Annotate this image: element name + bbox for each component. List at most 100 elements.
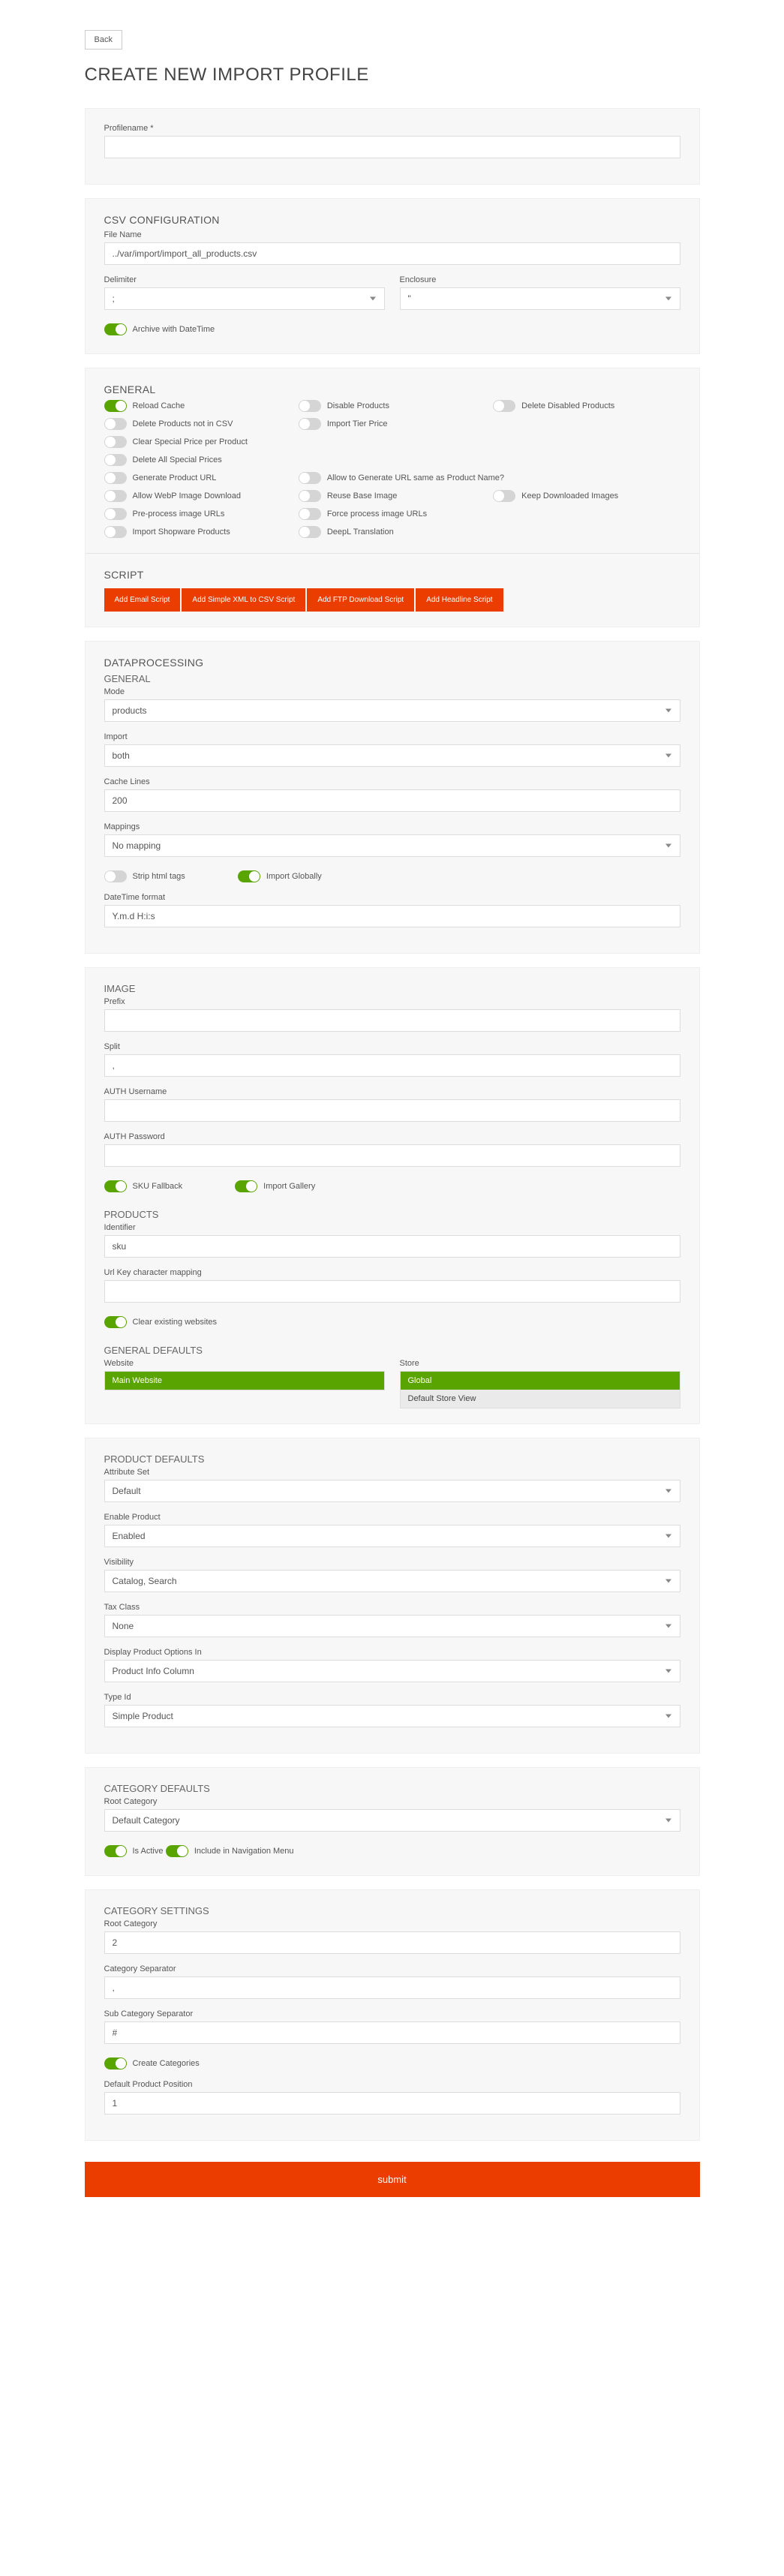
image-panel: IMAGE Prefix Split AUTH Username AUTH Pa… — [85, 967, 700, 1424]
import-gallery-toggle[interactable]: Import Gallery — [235, 1180, 315, 1192]
datetime-input[interactable] — [104, 905, 680, 927]
delete-disabled-toggle[interactable]: Delete Disabled Products — [493, 400, 680, 412]
create-cats-toggle[interactable]: Create Categories — [104, 2057, 200, 2070]
delimiter-label: Delimiter — [104, 275, 385, 284]
auth-user-input[interactable] — [104, 1099, 680, 1122]
enable-label: Enable Product — [104, 1513, 680, 1522]
default-pos-label: Default Product Position — [104, 2080, 680, 2089]
prefix-label: Prefix — [104, 997, 680, 1006]
keep-downloaded-toggle[interactable]: Keep Downloaded Images — [493, 490, 680, 502]
clear-websites-toggle[interactable]: Clear existing websites — [104, 1316, 218, 1328]
url-key-input[interactable] — [104, 1280, 680, 1303]
file-name-label: File Name — [104, 230, 680, 239]
auth-pass-input[interactable] — [104, 1144, 680, 1167]
store-option-global[interactable]: Global — [401, 1372, 680, 1390]
root-cat-label: Root Category — [104, 1797, 680, 1806]
website-option[interactable]: Main Website — [105, 1372, 384, 1390]
disable-products-toggle[interactable]: Disable Products — [299, 400, 485, 412]
general-heading: GENERAL — [104, 383, 680, 395]
tax-label: Tax Class — [104, 1603, 680, 1612]
cache-lines-label: Cache Lines — [104, 777, 680, 786]
add-ftp-script-button[interactable]: Add FTP Download Script — [307, 588, 414, 612]
force-process-toggle[interactable]: Force process image URLs — [299, 508, 485, 520]
add-email-script-button[interactable]: Add Email Script — [104, 588, 181, 612]
root-cat2-label: Root Category — [104, 1919, 680, 1928]
cache-lines-input[interactable] — [104, 789, 680, 812]
csv-panel: CSV CONFIGURATION File Name Delimiter ; … — [85, 198, 700, 354]
import-tier-price-toggle[interactable]: Import Tier Price — [299, 418, 485, 430]
enclosure-label: Enclosure — [400, 275, 680, 284]
preprocess-toggle[interactable]: Pre-process image URLs — [104, 508, 291, 520]
delimiter-select[interactable]: ; — [104, 287, 385, 310]
generate-url-toggle[interactable]: Generate Product URL — [104, 472, 291, 484]
import-shopware-toggle[interactable]: Import Shopware Products — [104, 526, 291, 538]
strip-html-toggle[interactable]: Strip html tags — [104, 870, 185, 882]
allow-generate-url-toggle[interactable]: Allow to Generate URL same as Product Na… — [299, 472, 680, 484]
split-input[interactable] — [104, 1054, 680, 1077]
sub-cat-sep-input[interactable] — [104, 2021, 680, 2044]
import-select[interactable]: both — [104, 744, 680, 767]
dataprocessing-general-panel: DATAPROCESSING GENERAL Mode products Imp… — [85, 641, 700, 954]
sku-fallback-toggle[interactable]: SKU Fallback — [104, 1180, 183, 1192]
allow-webp-toggle[interactable]: Allow WebP Image Download — [104, 490, 291, 502]
submit-button[interactable]: submit — [85, 2162, 700, 2197]
cat-defaults-heading: CATEGORY DEFAULTS — [104, 1783, 680, 1794]
import-globally-toggle[interactable]: Import Globally — [238, 870, 322, 882]
identifier-label: Identifier — [104, 1223, 680, 1232]
attr-set-select[interactable]: Default — [104, 1480, 680, 1502]
mode-select[interactable]: products — [104, 699, 680, 722]
products-heading: PRODUCTS — [104, 1209, 680, 1220]
root-cat-select[interactable]: Default Category — [104, 1809, 680, 1832]
clear-special-toggle[interactable]: Clear Special Price per Product — [104, 436, 291, 448]
profilename-input[interactable] — [104, 136, 680, 158]
reuse-base-toggle[interactable]: Reuse Base Image — [299, 490, 485, 502]
prefix-input[interactable] — [104, 1009, 680, 1032]
include-nav-toggle[interactable]: Include in Navigation Menu — [166, 1845, 294, 1857]
type-id-label: Type Id — [104, 1693, 680, 1702]
attr-set-label: Attribute Set — [104, 1468, 680, 1477]
auth-pass-label: AUTH Password — [104, 1132, 680, 1141]
url-key-label: Url Key character mapping — [104, 1268, 680, 1277]
add-headline-script-button[interactable]: Add Headline Script — [416, 588, 503, 612]
default-pos-input[interactable] — [104, 2092, 680, 2115]
split-label: Split — [104, 1042, 680, 1051]
toggle-thumb — [116, 324, 126, 335]
delete-not-in-csv-toggle[interactable]: Delete Products not in CSV — [104, 418, 291, 430]
cat-sep-input[interactable] — [104, 1976, 680, 1999]
profilename-panel: Profilename * — [85, 108, 700, 185]
website-listbox[interactable]: Main Website — [104, 1371, 385, 1390]
import-label: Import — [104, 732, 680, 741]
visibility-select[interactable]: Catalog, Search — [104, 1570, 680, 1592]
tax-select[interactable]: None — [104, 1615, 680, 1637]
enclosure-select[interactable]: " — [400, 287, 680, 310]
datetime-label: DateTime format — [104, 893, 680, 902]
category-defaults-panel: CATEGORY DEFAULTS Root Category Default … — [85, 1767, 700, 1876]
dataprocessing-heading: DATAPROCESSING — [104, 657, 680, 669]
csv-heading: CSV CONFIGURATION — [104, 214, 680, 226]
file-name-input[interactable] — [104, 242, 680, 265]
reload-cache-toggle[interactable]: Reload Cache — [104, 400, 291, 412]
website-label: Website — [104, 1359, 385, 1368]
deepl-toggle[interactable]: DeepL Translation — [299, 526, 485, 538]
general-panel: GENERAL Reload Cache Disable Products De… — [85, 368, 700, 627]
page-title: CREATE NEW IMPORT PROFILE — [85, 65, 700, 86]
identifier-input[interactable] — [104, 1235, 680, 1258]
profilename-label: Profilename * — [104, 124, 680, 133]
store-label: Store — [400, 1359, 680, 1368]
add-xml-script-button[interactable]: Add Simple XML to CSV Script — [182, 588, 305, 612]
delete-all-special-toggle[interactable]: Delete All Special Prices — [104, 454, 291, 466]
display-opts-select[interactable]: Product Info Column — [104, 1660, 680, 1682]
mode-label: Mode — [104, 687, 680, 696]
store-listbox[interactable]: Global Default Store View — [400, 1371, 680, 1408]
root-cat2-input[interactable] — [104, 1931, 680, 1954]
product-defaults-panel: PRODUCT DEFAULTS Attribute Set Default E… — [85, 1438, 700, 1754]
mappings-select[interactable]: No mapping — [104, 834, 680, 857]
script-heading: SCRIPT — [104, 569, 680, 581]
enable-select[interactable]: Enabled — [104, 1525, 680, 1547]
store-option-default[interactable]: Default Store View — [401, 1390, 680, 1408]
gen-defaults-heading: GENERAL DEFAULTS — [104, 1345, 680, 1356]
archive-toggle[interactable]: Archive with DateTime — [104, 323, 215, 335]
type-id-select[interactable]: Simple Product — [104, 1705, 680, 1727]
is-active-toggle[interactable]: Is Active — [104, 1845, 164, 1857]
back-button[interactable]: Back — [85, 30, 122, 50]
